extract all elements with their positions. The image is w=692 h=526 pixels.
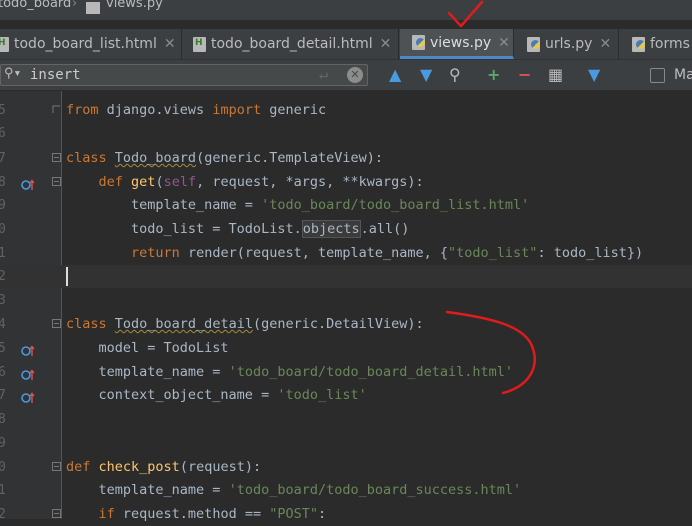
bracket-annotation (445, 310, 536, 395)
annotation-overlay (445, 0, 536, 395)
checkmark-annotation (447, 0, 484, 28)
